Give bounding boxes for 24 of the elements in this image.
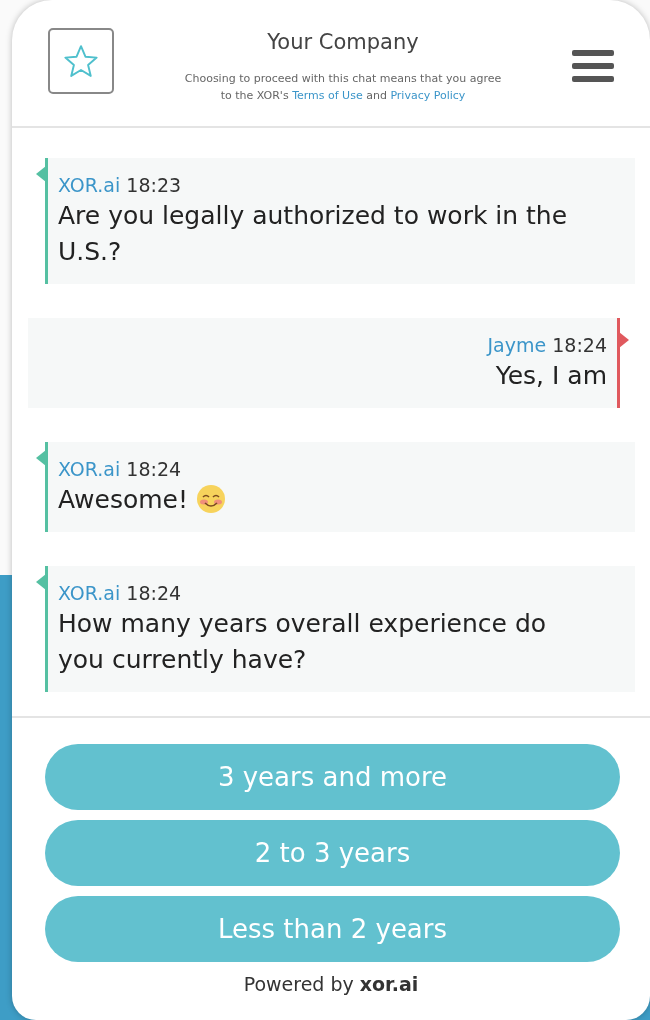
answer-option-button[interactable]: Less than 2 years <box>45 896 620 962</box>
smiling-face-icon <box>196 484 226 514</box>
sender-name: XOR.ai <box>58 458 121 480</box>
star-icon <box>63 44 99 78</box>
menu-button[interactable] <box>572 50 614 82</box>
message-time: 18:24 <box>126 582 182 604</box>
answer-option-button[interactable]: 3 years and more <box>45 744 620 810</box>
sender-name: XOR.ai <box>58 582 121 604</box>
message-time: 18:24 <box>552 334 607 356</box>
message-text: Are you legally authorized to work in the U.S.? <box>58 200 569 268</box>
message-text: Yes, I am <box>494 360 607 392</box>
company-name: Your Company <box>267 29 419 56</box>
message-time: 18:24 <box>126 458 182 480</box>
sender-name: Jayme <box>487 334 547 356</box>
sender-name: XOR.ai <box>58 174 121 196</box>
message-text: How many years overall experience do you currently have? <box>58 608 548 676</box>
terms-link[interactable]: Terms of Use <box>292 89 363 102</box>
message-time: 18:23 <box>126 174 182 196</box>
answer-option-button[interactable]: 2 to 3 years <box>45 820 620 886</box>
favorite-button[interactable] <box>48 28 114 94</box>
powered-by-text: Powered by xor.ai <box>242 972 420 997</box>
message-text: Awesome! <box>58 482 625 518</box>
privacy-link[interactable]: Privacy Policy <box>390 89 466 102</box>
consent-text: Choosing to proceed with this chat means that you agree to the XOR's Terms of Use and Privacy Policy <box>183 71 503 104</box>
